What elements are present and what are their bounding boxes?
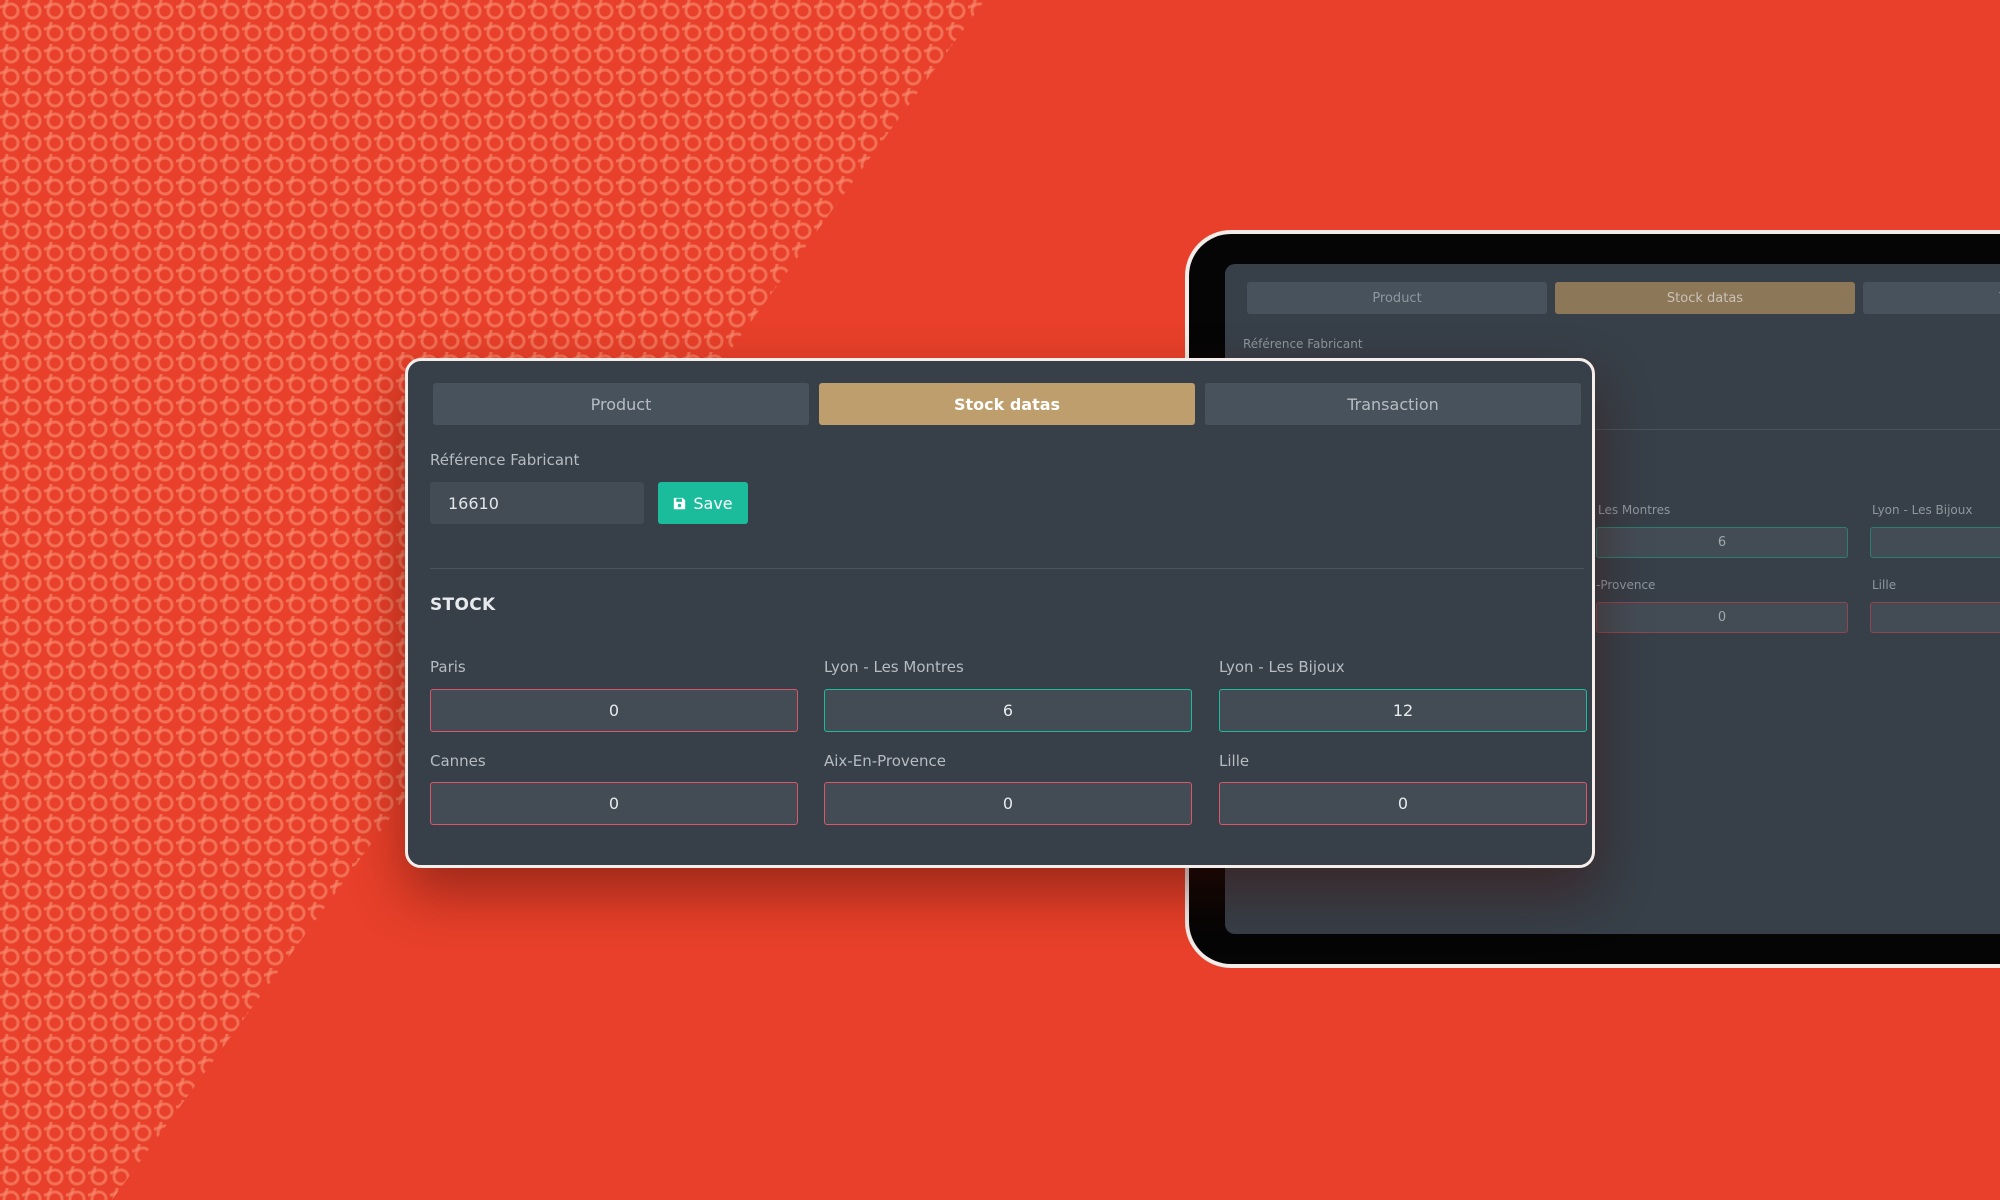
tablet-tab-product: Product xyxy=(1247,282,1547,314)
tablet-location-label: -Provence xyxy=(1596,578,1656,592)
section-divider xyxy=(430,568,1584,569)
stock-input-lyon-montres[interactable] xyxy=(824,689,1192,732)
tablet-location-label: Lille xyxy=(1872,578,1897,592)
location-label-paris: Paris xyxy=(430,658,466,676)
floppy-disk-icon xyxy=(674,497,686,509)
stock-section-title: STOCK xyxy=(430,595,496,615)
stock-input-paris[interactable] xyxy=(430,689,798,732)
stock-input-cannes[interactable] xyxy=(430,782,798,825)
save-button-label: Save xyxy=(693,493,733,513)
location-label-lyon-bijoux: Lyon - Les Bijoux xyxy=(1219,658,1345,676)
tablet-tab-bar: Product Stock datas Tran xyxy=(1247,282,2000,314)
stock-panel: Product Stock datas Transaction Référenc… xyxy=(405,358,1595,868)
location-label-cannes: Cannes xyxy=(430,752,486,770)
tablet-tab-stock-datas: Stock datas xyxy=(1555,282,1855,314)
tablet-stock-field: 0 xyxy=(1596,602,1848,633)
tablet-reference-label: Référence Fabricant xyxy=(1243,337,1363,351)
tab-stock-datas[interactable]: Stock datas xyxy=(819,383,1195,425)
location-label-lyon-montres: Lyon - Les Montres xyxy=(824,658,964,676)
location-label-lille: Lille xyxy=(1219,752,1250,770)
tablet-location-label: Lyon - Les Bijoux xyxy=(1872,503,1973,517)
reference-input[interactable] xyxy=(430,482,644,524)
stock-input-aix-en-provence[interactable] xyxy=(824,782,1192,825)
stock-input-lille[interactable] xyxy=(1219,782,1587,825)
tab-transaction[interactable]: Transaction xyxy=(1205,383,1581,425)
tab-product[interactable]: Product xyxy=(433,383,809,425)
tablet-stock-field xyxy=(1870,527,2000,558)
tablet-location-label: Les Montres xyxy=(1598,503,1671,517)
stock-input-lyon-bijoux[interactable] xyxy=(1219,689,1587,732)
tablet-stock-field xyxy=(1870,602,2000,633)
save-button[interactable]: Save xyxy=(658,482,748,524)
tablet-tab-transaction: Tran xyxy=(1863,282,2000,314)
tab-bar: Product Stock datas Transaction xyxy=(433,383,1581,425)
reference-label: Référence Fabricant xyxy=(430,451,580,469)
tablet-stock-field: 6 xyxy=(1596,527,1848,558)
location-label-aix-en-provence: Aix-En-Provence xyxy=(824,752,946,770)
